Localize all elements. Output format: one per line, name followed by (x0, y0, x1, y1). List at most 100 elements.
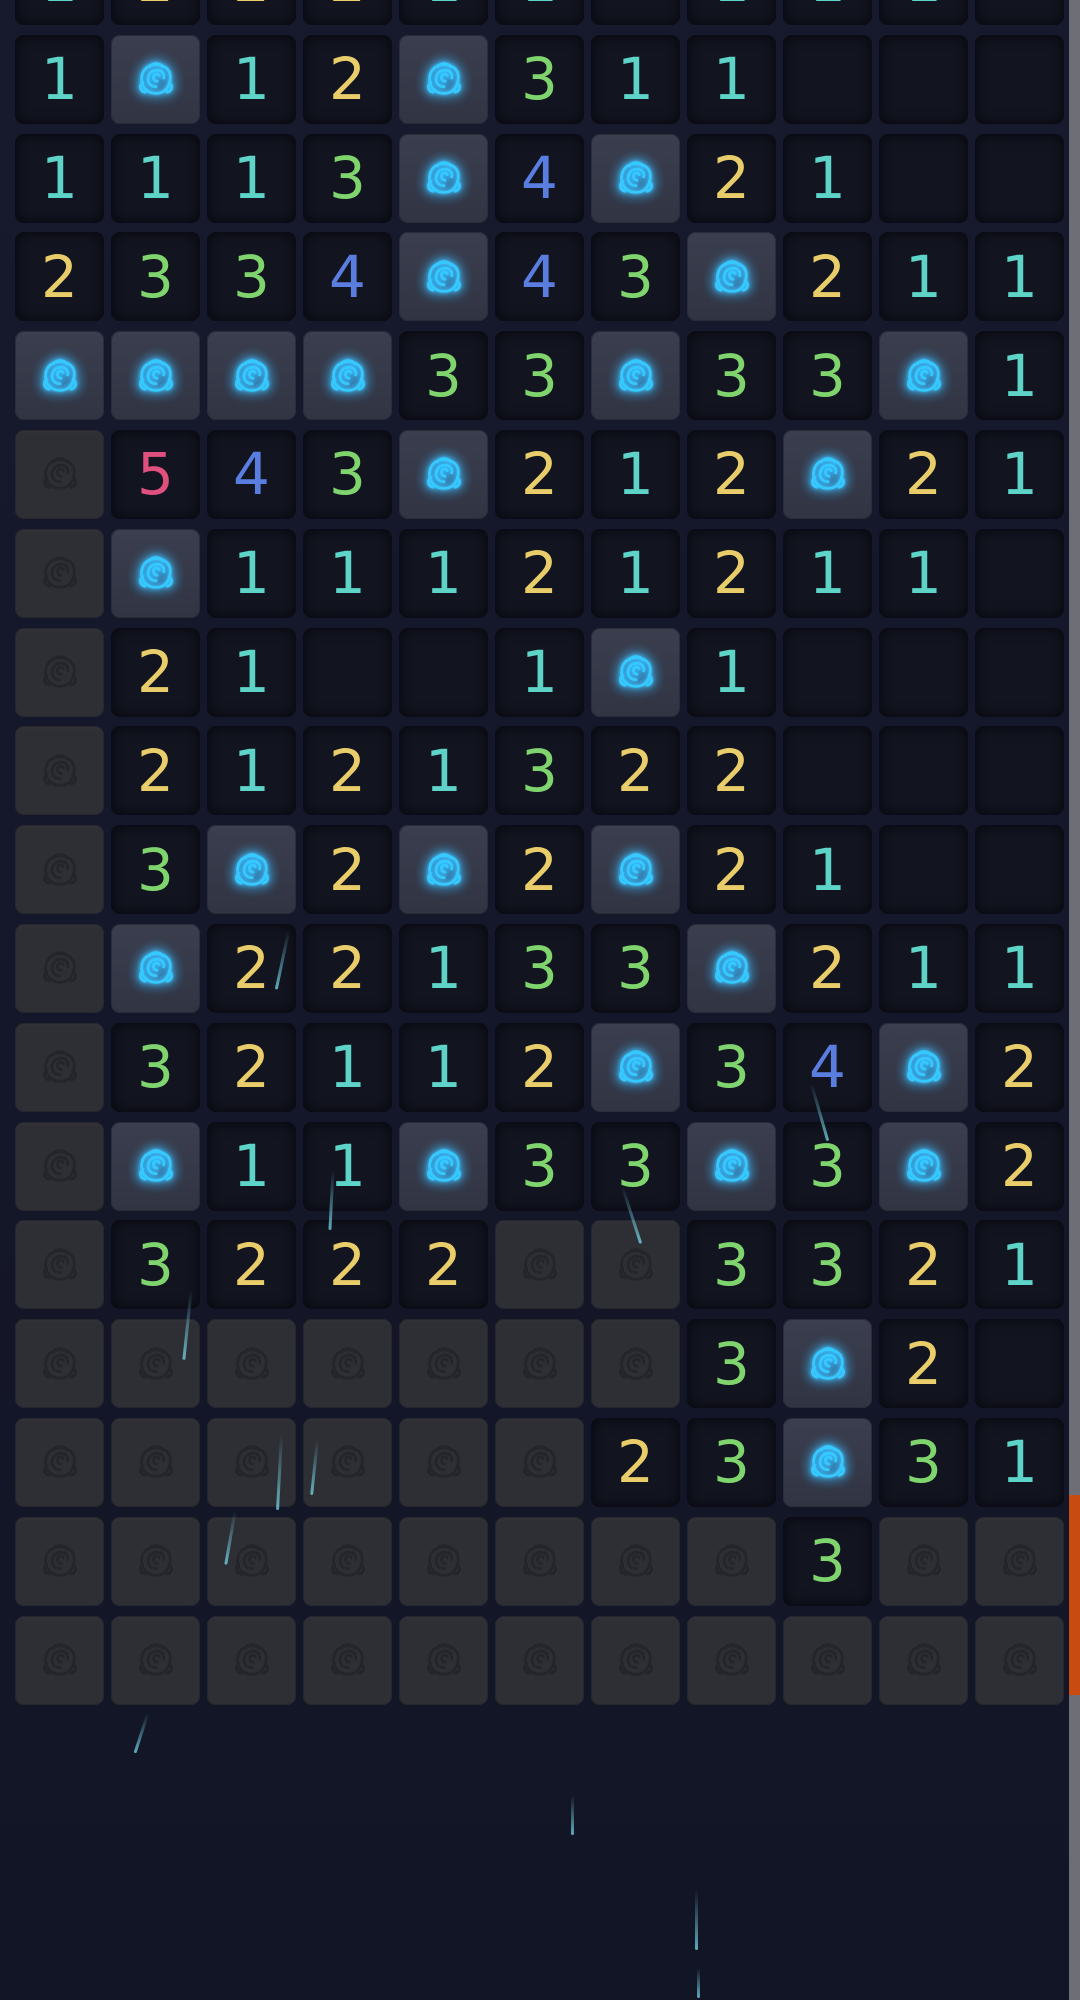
board-cell-number[interactable]: 2 (207, 1220, 296, 1310)
board-cell-empty[interactable] (975, 726, 1064, 816)
board-cell-rose[interactable] (399, 429, 488, 519)
board-cell-hidden[interactable] (495, 1220, 584, 1310)
board-cell-number[interactable]: 4 (495, 133, 584, 223)
board-cell-number[interactable]: 1 (303, 1022, 392, 1112)
board-cell-empty[interactable] (783, 726, 872, 816)
board-cell-hidden[interactable] (975, 1516, 1064, 1606)
board-cell-hidden[interactable] (495, 1417, 584, 1507)
board-cell-hidden[interactable] (111, 1615, 200, 1705)
board-cell-number[interactable]: 1 (399, 923, 488, 1013)
board-cell-hidden[interactable] (15, 923, 104, 1013)
board-cell-number[interactable]: 1 (783, 133, 872, 223)
board-cell-rose[interactable] (591, 627, 680, 717)
board-cell-number[interactable]: 3 (783, 1121, 872, 1211)
board-cell-number[interactable]: 2 (495, 429, 584, 519)
board-cell-number[interactable]: 2 (687, 429, 776, 519)
board-cell-number[interactable]: 1 (591, 34, 680, 124)
board-cell-number[interactable]: 3 (111, 825, 200, 915)
board-cell-number[interactable]: 2 (591, 1417, 680, 1507)
board-cell-number[interactable]: 2 (303, 0, 392, 25)
board-cell-number[interactable]: 3 (111, 1022, 200, 1112)
board-cell-number[interactable]: 1 (975, 331, 1064, 421)
board-cell-number[interactable]: 2 (111, 0, 200, 25)
board-cell-hidden[interactable] (15, 825, 104, 915)
board-cell-number[interactable]: 2 (879, 1220, 968, 1310)
board-cell-hidden[interactable] (687, 1516, 776, 1606)
scrollbar-track[interactable] (1069, 0, 1080, 2000)
board-cell-hidden[interactable] (591, 1220, 680, 1310)
board-cell-number[interactable]: 3 (111, 1220, 200, 1310)
board-cell-number[interactable]: 1 (783, 0, 872, 25)
board-cell-rose[interactable] (399, 133, 488, 223)
board-cell-number[interactable]: 3 (495, 331, 584, 421)
board-cell-rose[interactable] (687, 1121, 776, 1211)
board-cell-hidden[interactable] (879, 1615, 968, 1705)
board-cell-number[interactable]: 1 (879, 923, 968, 1013)
board-cell-number[interactable]: 1 (495, 627, 584, 717)
board-cell-hidden[interactable] (15, 1022, 104, 1112)
board-cell-number[interactable]: 2 (207, 1022, 296, 1112)
board-cell-number[interactable]: 5 (111, 429, 200, 519)
board-cell-number[interactable]: 2 (207, 923, 296, 1013)
board-cell-number[interactable]: 3 (303, 133, 392, 223)
board-cell-number[interactable]: 3 (591, 1121, 680, 1211)
board-cell-number[interactable]: 2 (783, 923, 872, 1013)
board-cell-number[interactable]: 1 (399, 726, 488, 816)
board-cell-empty[interactable] (879, 133, 968, 223)
board-cell-number[interactable]: 3 (303, 429, 392, 519)
board-cell-number[interactable]: 1 (879, 0, 968, 25)
board-cell-number[interactable]: 1 (975, 923, 1064, 1013)
board-cell-number[interactable]: 1 (591, 528, 680, 618)
board-cell-hidden[interactable] (591, 1516, 680, 1606)
board-cell-number[interactable]: 1 (879, 232, 968, 322)
board-cell-number[interactable]: 1 (207, 528, 296, 618)
board-cell-hidden[interactable] (399, 1615, 488, 1705)
board-cell-number[interactable]: 1 (879, 528, 968, 618)
board-cell-number[interactable]: 3 (495, 726, 584, 816)
board-cell-number[interactable]: 3 (783, 1516, 872, 1606)
board-cell-number[interactable]: 1 (15, 133, 104, 223)
board-cell-hidden[interactable] (15, 429, 104, 519)
board-cell-number[interactable]: 1 (783, 528, 872, 618)
board-cell-empty[interactable] (783, 627, 872, 717)
board-cell-rose[interactable] (591, 133, 680, 223)
board-cell-number[interactable]: 2 (303, 825, 392, 915)
board-cell-number[interactable]: 1 (399, 0, 488, 25)
board-cell-hidden[interactable] (15, 1417, 104, 1507)
board-cell-rose[interactable] (399, 1121, 488, 1211)
board-cell-number[interactable]: 1 (687, 627, 776, 717)
board-cell-hidden[interactable] (303, 1516, 392, 1606)
board-cell-empty[interactable] (975, 1319, 1064, 1409)
board-cell-number[interactable]: 3 (687, 1417, 776, 1507)
board-cell-empty[interactable] (975, 825, 1064, 915)
board-cell-number[interactable]: 3 (111, 232, 200, 322)
board-cell-number[interactable]: 3 (687, 1022, 776, 1112)
board-cell-number[interactable]: 4 (495, 232, 584, 322)
board-cell-hidden[interactable] (15, 1615, 104, 1705)
board-cell-rose[interactable] (207, 331, 296, 421)
board-cell-rose[interactable] (15, 331, 104, 421)
board-cell-rose[interactable] (399, 232, 488, 322)
board-cell-rose[interactable] (111, 528, 200, 618)
board-cell-number[interactable]: 2 (879, 429, 968, 519)
board-cell-hidden[interactable] (111, 1417, 200, 1507)
board-cell-empty[interactable] (975, 0, 1064, 25)
board-cell-number[interactable]: 2 (687, 825, 776, 915)
board-cell-number[interactable]: 1 (591, 429, 680, 519)
board-cell-number[interactable]: 2 (15, 232, 104, 322)
board-cell-hidden[interactable] (495, 1319, 584, 1409)
board-cell-hidden[interactable] (591, 1319, 680, 1409)
board-cell-number[interactable]: 4 (207, 429, 296, 519)
board-cell-number[interactable]: 1 (687, 34, 776, 124)
board-cell-rose[interactable] (111, 923, 200, 1013)
board-cell-hidden[interactable] (15, 528, 104, 618)
board-cell-number[interactable]: 1 (975, 1417, 1064, 1507)
board-cell-number[interactable]: 2 (303, 34, 392, 124)
board-cell-empty[interactable] (879, 627, 968, 717)
board-cell-hidden[interactable] (399, 1516, 488, 1606)
board-cell-number[interactable]: 3 (591, 232, 680, 322)
board-cell-number[interactable]: 1 (303, 528, 392, 618)
board-cell-number[interactable]: 3 (687, 331, 776, 421)
board-cell-rose[interactable] (783, 1319, 872, 1409)
board-cell-rose[interactable] (687, 232, 776, 322)
